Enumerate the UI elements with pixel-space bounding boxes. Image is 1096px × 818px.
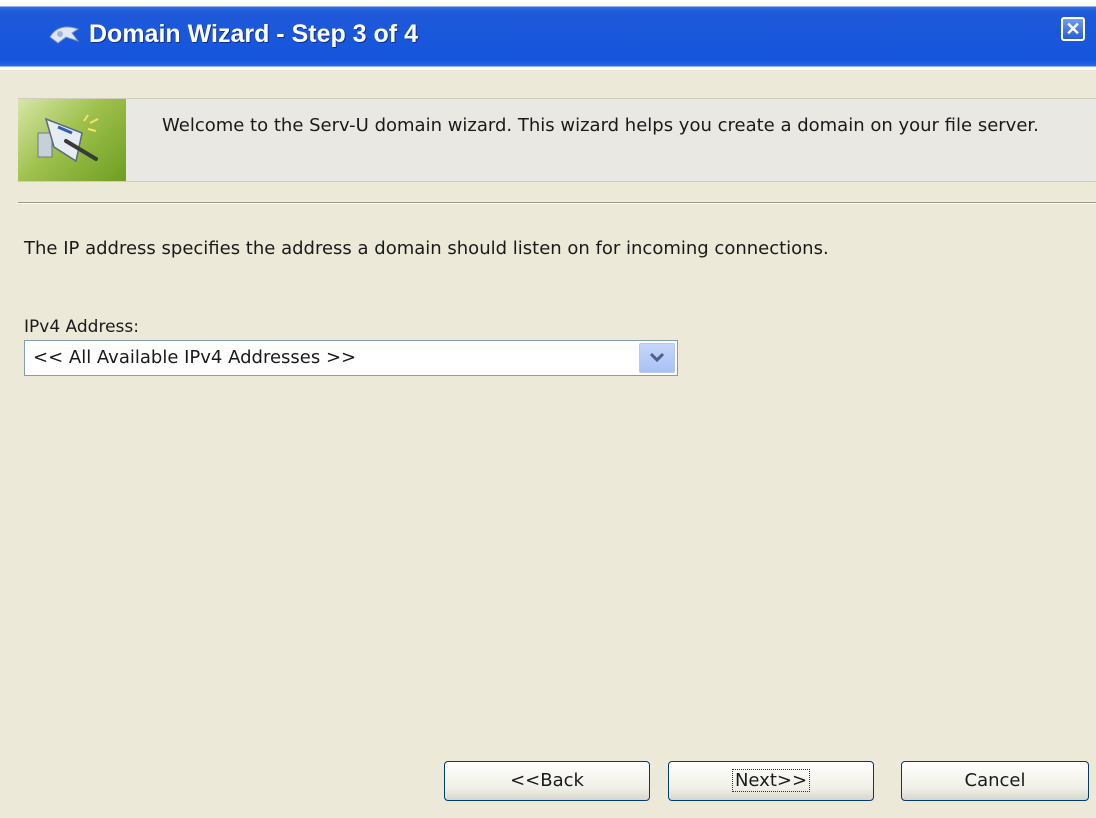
cancel-button-label: Cancel: [964, 770, 1026, 791]
ip-description: The IP address specifies the address a d…: [24, 238, 829, 259]
back-button-label: <<Back: [510, 770, 584, 791]
back-button[interactable]: <<Back: [444, 761, 650, 801]
next-button[interactable]: Next>>: [668, 761, 874, 801]
ipv4-address-select[interactable]: << All Available IPv4 Addresses >>: [24, 340, 678, 376]
close-button[interactable]: ✕: [1061, 17, 1085, 41]
chevron-down-icon: [649, 352, 665, 363]
close-icon: ✕: [1065, 19, 1081, 39]
banner-text: Welcome to the Serv-U domain wizard. Thi…: [162, 115, 1039, 136]
next-button-label: Next>>: [731, 769, 811, 792]
ipv4-address-label: IPv4 Address:: [24, 317, 139, 337]
cancel-button[interactable]: Cancel: [901, 761, 1089, 801]
wizard-app-icon: [48, 23, 82, 45]
window-title: Domain Wizard - Step 3 of 4: [89, 20, 418, 48]
title-bar: Domain Wizard - Step 3 of 4 ✕: [0, 0, 1096, 70]
dropdown-button[interactable]: [639, 343, 675, 373]
ipv4-selected-value: << All Available IPv4 Addresses >>: [33, 347, 357, 368]
wizard-banner: Welcome to the Serv-U domain wizard. Thi…: [18, 98, 1096, 182]
network-wizard-icon: [18, 99, 126, 181]
separator: [18, 202, 1096, 204]
